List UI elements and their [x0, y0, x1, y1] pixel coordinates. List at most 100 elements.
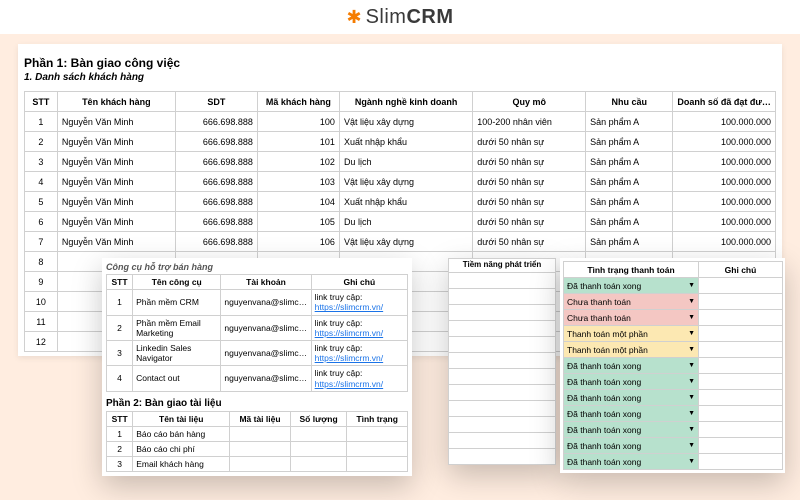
table-row: 2Nguyễn Văn Minh666.698.888101Xuất nhập … — [25, 132, 776, 152]
chevron-down-icon: ▼ — [688, 442, 695, 449]
payment-status-popup: Tình trạng thanh toánGhi chú Đã thanh to… — [560, 258, 785, 473]
cell — [347, 457, 408, 472]
cell-need: Sản phẩm A — [586, 232, 673, 252]
table-header-row: STTTên khách hàngSDTMã khách hàngNgành n… — [25, 92, 776, 112]
section-2-title: Phần 2: Bàn giao tài liệu — [106, 398, 408, 409]
cell-scale: dưới 50 nhân sự — [473, 192, 586, 212]
cell-account: nguyenvana@slimcrm.vn — [221, 315, 311, 340]
cell-status[interactable]: Đã thanh toán xong▼ — [564, 358, 699, 374]
slice-cell — [448, 369, 556, 385]
cell-note — [699, 310, 783, 326]
cell-code: 103 — [257, 172, 339, 192]
table-row: 7Nguyễn Văn Minh666.698.888106Vật liệu x… — [25, 232, 776, 252]
cell-status[interactable]: Đã thanh toán xong▼ — [564, 438, 699, 454]
cell-status[interactable]: Đã thanh toán xong▼ — [564, 422, 699, 438]
status-badge[interactable]: Đã thanh toán xong▼ — [564, 390, 698, 405]
table-row: Đã thanh toán xong▼ — [564, 358, 783, 374]
col-header: Ghi chú — [311, 275, 407, 290]
cell-note — [699, 326, 783, 342]
col-header: Doanh số đã đạt được — [673, 92, 776, 112]
cell-scale: dưới 50 nhân sự — [473, 132, 586, 152]
table-row: 1Báo cáo bán hàng — [107, 426, 408, 441]
slice-cell — [448, 273, 556, 289]
cell-phone: 666.698.888 — [175, 192, 257, 212]
cell — [230, 457, 291, 472]
cell-phone: 666.698.888 — [175, 232, 257, 252]
status-badge[interactable]: Chưa thanh toán▼ — [564, 294, 698, 309]
section-1-title: Phần 1: Bàn giao công việc — [24, 56, 776, 70]
cell-stt: 7 — [25, 232, 58, 252]
cell-status[interactable]: Thanh toán một phần▼ — [564, 326, 699, 342]
cell-need: Sản phẩm A — [586, 192, 673, 212]
cell-status[interactable]: Đã thanh toán xong▼ — [564, 278, 699, 294]
link[interactable]: https://slimcrm.vn/ — [315, 328, 383, 338]
chevron-down-icon: ▼ — [688, 346, 695, 353]
cell-stt: 3 — [107, 457, 133, 472]
status-badge[interactable]: Đã thanh toán xong▼ — [564, 358, 698, 373]
cell-status[interactable]: Đã thanh toán xong▼ — [564, 454, 699, 470]
cell-revenue: 100.000.000 — [673, 192, 776, 212]
cell-note — [699, 278, 783, 294]
table-row: Đã thanh toán xong▼ — [564, 390, 783, 406]
status-badge[interactable]: Thanh toán một phần▼ — [564, 342, 698, 357]
cell-stt: 2 — [25, 132, 58, 152]
cell-stt: 12 — [25, 332, 58, 352]
cell-status[interactable]: Đã thanh toán xong▼ — [564, 390, 699, 406]
status-badge[interactable]: Đã thanh toán xong▼ — [564, 406, 698, 421]
slice-cell — [448, 353, 556, 369]
cell-status[interactable]: Chưa thanh toán▼ — [564, 310, 699, 326]
table-row: Đã thanh toán xong▼ — [564, 422, 783, 438]
cell-note — [699, 438, 783, 454]
status-badge[interactable]: Thanh toán một phần▼ — [564, 326, 698, 341]
potential-header: Tiềm năng phát triển — [448, 258, 556, 273]
table-row: 3Linkedin Sales Navigatornguyenvana@slim… — [107, 340, 408, 365]
table-row: Đã thanh toán xong▼ — [564, 454, 783, 470]
col-header: SDT — [175, 92, 257, 112]
cell-tool: Phần mềm Email Marketing — [133, 315, 221, 340]
link[interactable]: https://slimcrm.vn/ — [315, 379, 383, 389]
col-header: Mã tài liệu — [230, 411, 291, 426]
col-header: Ghi chú — [699, 262, 783, 278]
cell-status[interactable]: Đã thanh toán xong▼ — [564, 374, 699, 390]
cell-need: Sản phẩm A — [586, 212, 673, 232]
table-row: 5Nguyễn Văn Minh666.698.888104Xuất nhập … — [25, 192, 776, 212]
cell-industry: Du lịch — [339, 152, 472, 172]
status-badge[interactable]: Đã thanh toán xong▼ — [564, 422, 698, 437]
cell-status[interactable]: Chưa thanh toán▼ — [564, 294, 699, 310]
cell-note — [699, 406, 783, 422]
status-badge[interactable]: Đã thanh toán xong▼ — [564, 374, 698, 389]
cell-stt: 2 — [107, 315, 133, 340]
cell-need: Sản phẩm A — [586, 152, 673, 172]
chevron-down-icon: ▼ — [688, 378, 695, 385]
table-row: 1Phần mềm CRMnguyenvana@slimcrm.vnlink t… — [107, 290, 408, 315]
cell-industry: Xuất nhập khẩu — [339, 132, 472, 152]
status-badge[interactable]: Đã thanh toán xong▼ — [564, 454, 698, 469]
potential-column-slice: Tiềm năng phát triển — [448, 258, 556, 465]
cell-code: 100 — [257, 112, 339, 132]
cell-scale: dưới 50 nhân sự — [473, 232, 586, 252]
status-badge[interactable]: Đã thanh toán xong▼ — [564, 278, 698, 293]
chevron-down-icon: ▼ — [688, 410, 695, 417]
cell-stt: 2 — [107, 442, 133, 457]
cell-industry: Du lịch — [339, 212, 472, 232]
cell-status[interactable]: Thanh toán một phần▼ — [564, 342, 699, 358]
status-badge[interactable]: Chưa thanh toán▼ — [564, 310, 698, 325]
link[interactable]: https://slimcrm.vn/ — [315, 353, 383, 363]
cell-industry: Xuất nhập khẩu — [339, 192, 472, 212]
cell-revenue: 100.000.000 — [673, 212, 776, 232]
cell — [347, 426, 408, 441]
slice-cell — [448, 385, 556, 401]
cell-tool: Phần mềm CRM — [133, 290, 221, 315]
cell-status[interactable]: Đã thanh toán xong▼ — [564, 406, 699, 422]
table-row: 3Email khách hàng — [107, 457, 408, 472]
cell-code: 104 — [257, 192, 339, 212]
chevron-down-icon: ▼ — [688, 458, 695, 465]
cell-stt: 6 — [25, 212, 58, 232]
link[interactable]: https://slimcrm.vn/ — [315, 302, 383, 312]
cell-tool: Contact out — [133, 366, 221, 391]
cell-account: nguyenvana@slimcrm.vn — [221, 290, 311, 315]
status-badge[interactable]: Đã thanh toán xong▼ — [564, 438, 698, 453]
payment-header-row: Tình trạng thanh toánGhi chú — [564, 262, 783, 278]
cell-code: 106 — [257, 232, 339, 252]
cell-stt: 3 — [107, 340, 133, 365]
